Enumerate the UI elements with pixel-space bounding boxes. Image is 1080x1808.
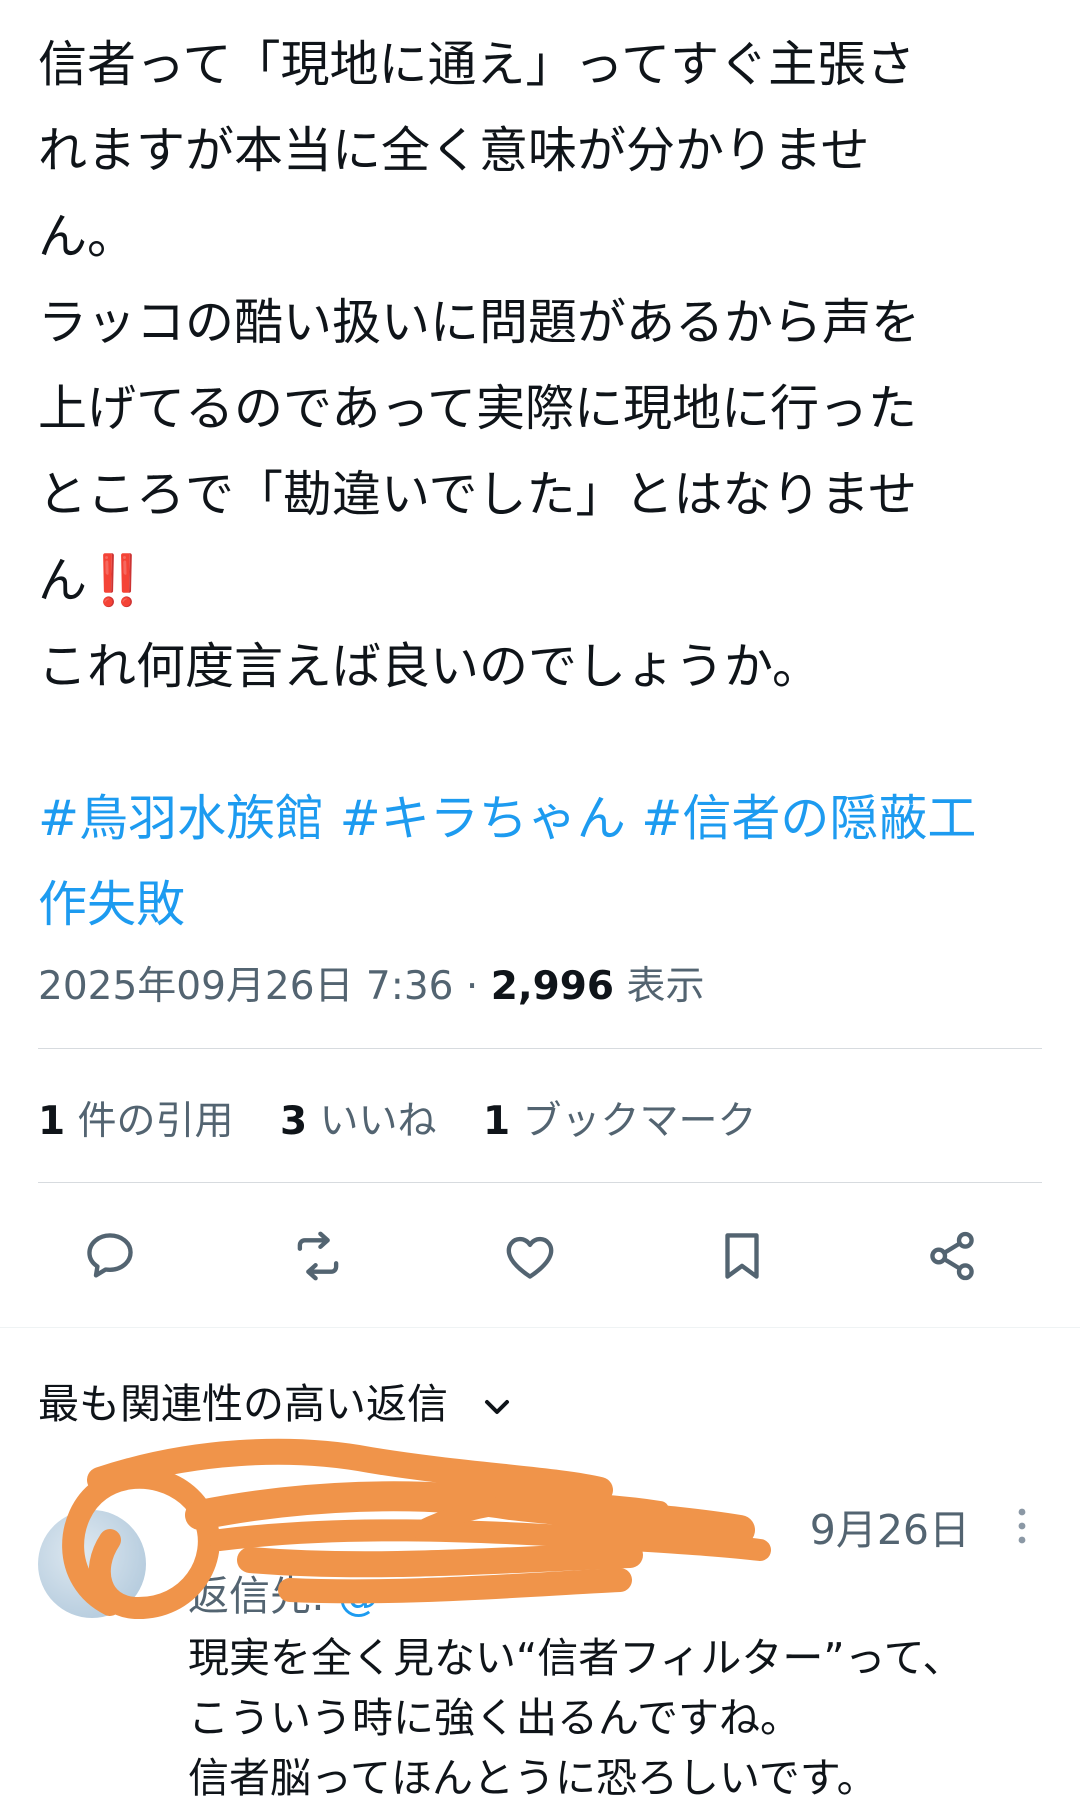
tweet-line: 上げてるのであって実際に現地に行った [38,380,918,437]
bookmark-icon [725,1233,759,1279]
views-label: 表示 [626,964,705,1009]
tweet-line: れますが本当に全く意味が分かりませ [38,122,870,179]
engagement-stats: 1 件の引用 3 いいね 1 ブックマーク [38,1090,791,1146]
tweet-line-with-emoji: ん‼️ [38,538,1048,624]
reply-avatar[interactable] [38,1510,146,1618]
reply-line: 現実を全く見ない“信者フィルター”って、 [188,1634,964,1682]
section-divider [0,1327,1080,1328]
redaction-scribble [62,1438,771,1619]
reply-sort-selector[interactable]: 最も関連性の高い返信 [38,1370,511,1430]
sort-label: 最も関連性の高い返信 [38,1380,448,1428]
action-bar [40,1218,1040,1294]
hashtag-line: #鳥羽水族館 #キラちゃん #信者の隠蔽工 [38,776,1048,862]
tweet-line: ラッコの酷い扱いに問題があるから声を [38,294,921,351]
like-icon [506,1236,554,1279]
reply-to-label: 返信先: [188,1572,325,1620]
tweet-line: 信者って「現地に通え」ってすぐ主張さ [38,36,916,93]
retweet-icon [297,1231,339,1281]
double-exclamation-emoji: ‼️ [87,552,148,609]
views-count: 2,996 [490,964,615,1009]
hashtag-link[interactable]: #信者の隠蔽工 [641,790,976,847]
bookmark-button[interactable] [704,1218,780,1294]
tweet-text: 信者って「現地に通え」ってすぐ主張さ れますが本当に全く意味が分かりませ ん。 … [38,22,1048,710]
share-button[interactable] [914,1218,990,1294]
reply-icon [87,1233,133,1278]
reply-to-handle[interactable]: @ [338,1572,379,1620]
hashtag-line: 作失敗 [38,862,1048,948]
chevron-down-icon [485,1400,510,1414]
share-icon [930,1231,974,1281]
quotes-stat[interactable]: 1 件の引用 [38,1099,234,1144]
tweet-timestamp[interactable]: 2025年09月26日 7:36 [38,964,453,1009]
tweet-line: ん [38,552,88,609]
bookmarks-stat[interactable]: 1 ブックマーク [483,1099,757,1144]
like-button[interactable] [492,1218,568,1294]
reply-date[interactable]: 9月26日 [810,1496,970,1556]
reply-line: 信者脳ってほんとうに恐ろしいです。 [188,1754,878,1802]
retweet-button[interactable] [280,1218,356,1294]
reply-button[interactable] [72,1218,148,1294]
likes-stat[interactable]: 3 いいね [280,1099,437,1144]
hashtag-link[interactable]: #キラちゃん [340,790,626,847]
divider [38,1182,1042,1183]
reply-text: 現実を全く見ない“信者フィルター”って、 こういう時に強く出るんですね。 信者脳… [188,1628,1068,1808]
tweet-meta: 2025年09月26日 7:36 · 2,996 表示 [38,955,705,1011]
hashtag-link[interactable]: #鳥羽水族館 [38,790,324,847]
meta-separator: · [465,964,479,1009]
tweet-line: これ何度言えば良いのでしょうか。 [38,638,822,695]
hashtag-list: #鳥羽水族館 #キラちゃん #信者の隠蔽工 作失敗 [38,776,1048,948]
reply-line: こういう時に強く出るんですね。 [188,1694,801,1742]
hashtag-link-continuation[interactable]: 作失敗 [38,876,185,933]
divider [38,1048,1042,1049]
tweet-line: ところで「勘違いでした」とはなりませ [38,466,918,523]
more-options-icon[interactable] [1012,1506,1032,1546]
tweet-line: ん。 [38,208,137,265]
reply-to-line: 返信先: @ [188,1562,379,1622]
